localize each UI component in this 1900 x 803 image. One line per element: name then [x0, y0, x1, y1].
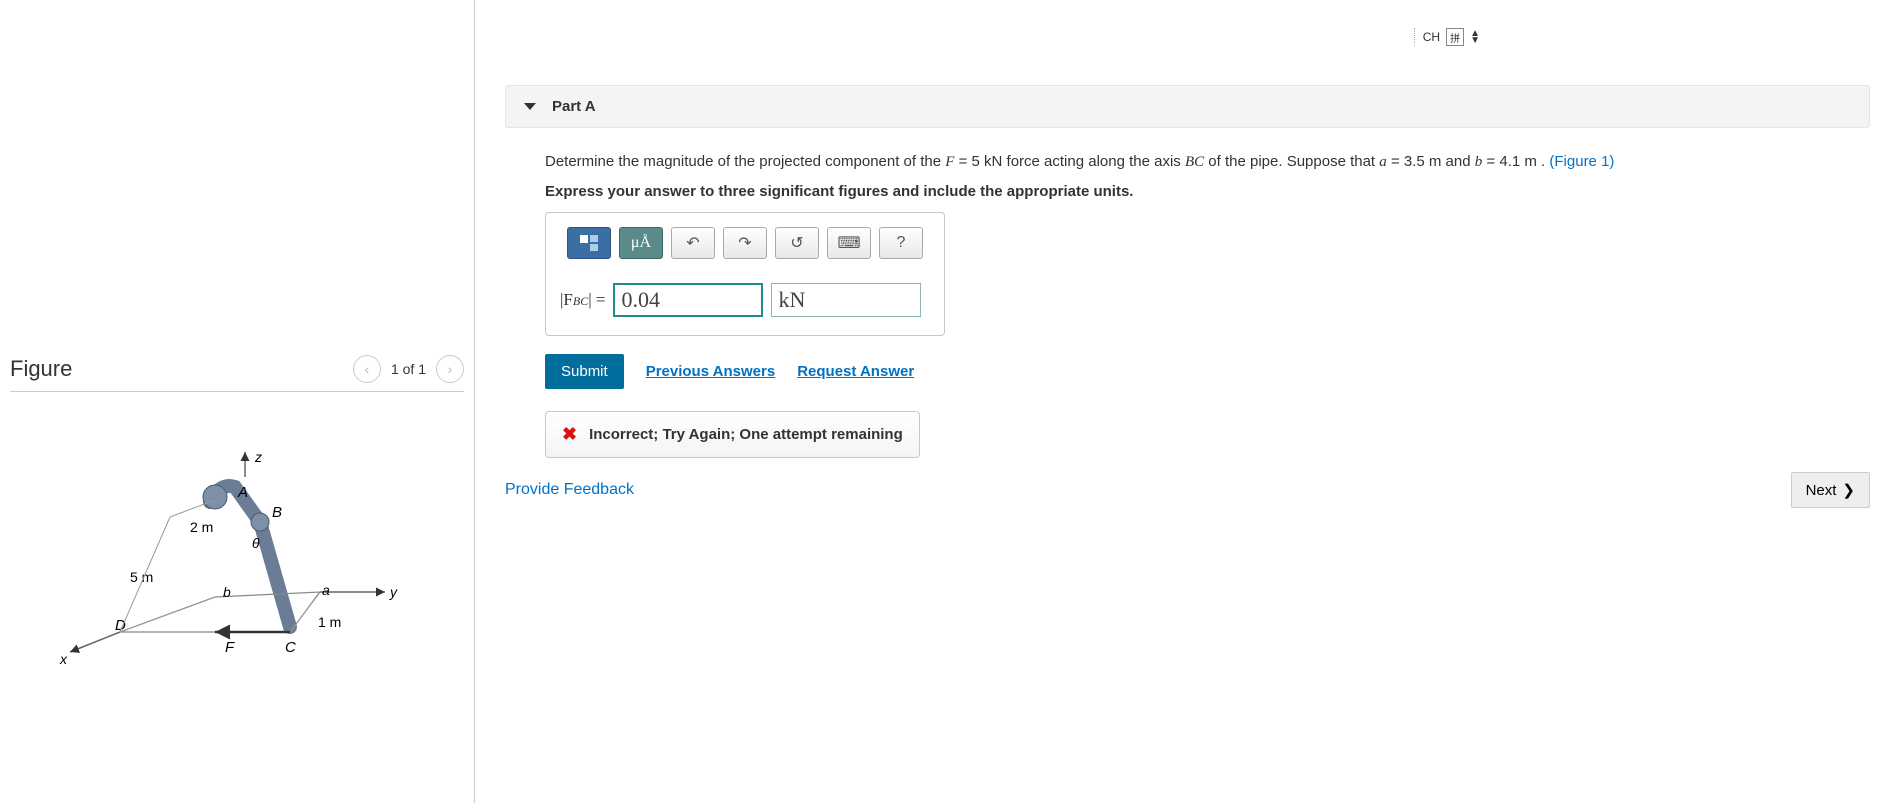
- dim-2m: 2 m: [190, 519, 213, 535]
- axis-y-label: y: [389, 584, 398, 600]
- point-C-label: C: [285, 639, 296, 656]
- answer-instructions: Express your answer to three significant…: [545, 180, 1870, 204]
- figure-title: Figure: [10, 356, 72, 382]
- reset-icon: ↺: [790, 233, 803, 253]
- chevron-right-icon: ❯: [1842, 481, 1855, 499]
- figure-diagram: z y x A B C D: [60, 452, 440, 672]
- keyboard-button[interactable]: ⌨: [827, 227, 871, 259]
- feedback-message: ✖ Incorrect; Try Again; One attempt rema…: [545, 411, 920, 458]
- request-answer-link[interactable]: Request Answer: [797, 363, 914, 380]
- previous-answers-link[interactable]: Previous Answers: [646, 363, 776, 380]
- question-panel: Part A Determine the magnitude of the pr…: [475, 0, 1900, 803]
- provide-feedback-link[interactable]: Provide Feedback: [505, 481, 634, 499]
- reset-button[interactable]: ↺: [775, 227, 819, 259]
- undo-button[interactable]: ↶: [671, 227, 715, 259]
- dim-b: b: [223, 584, 231, 600]
- part-title: Part A: [552, 98, 596, 115]
- answer-unit-input[interactable]: [771, 283, 921, 317]
- figure-page-count: 1 of 1: [391, 361, 426, 377]
- answer-box: μÅ ↶ ↷ ↺ ⌨ ? |FBC| =: [545, 212, 945, 336]
- submit-button[interactable]: Submit: [545, 354, 624, 389]
- undo-icon: ↶: [686, 233, 699, 253]
- figure-prev-button[interactable]: ‹: [353, 355, 381, 383]
- answer-value-input[interactable]: [613, 283, 763, 317]
- help-icon: ?: [897, 234, 906, 252]
- force-F-label: F: [225, 639, 235, 656]
- axis-z-label: z: [254, 449, 262, 465]
- figure-link[interactable]: (Figure 1): [1549, 153, 1614, 170]
- figure-panel: Figure ‹ 1 of 1 › z y x: [0, 0, 475, 803]
- point-B-label: B: [272, 504, 282, 521]
- part-header[interactable]: Part A: [505, 85, 1870, 128]
- templates-button[interactable]: [567, 227, 611, 259]
- problem-statement: Determine the magnitude of the projected…: [545, 150, 1870, 204]
- figure-next-button[interactable]: ›: [436, 355, 464, 383]
- feedback-text: Incorrect; Try Again; One attempt remain…: [589, 426, 903, 443]
- dim-a: a: [322, 582, 330, 598]
- point-A-label: A: [237, 484, 248, 501]
- incorrect-icon: ✖: [562, 424, 577, 445]
- redo-icon: ↷: [738, 233, 751, 253]
- answer-toolbar: μÅ ↶ ↷ ↺ ⌨ ?: [560, 227, 930, 259]
- figure-pager: ‹ 1 of 1 ›: [353, 355, 464, 383]
- angle-theta: θ: [252, 535, 260, 551]
- collapse-icon: [524, 103, 536, 110]
- next-button[interactable]: Next ❯: [1791, 472, 1870, 508]
- dim-1m: 1 m: [318, 614, 341, 630]
- symbols-button[interactable]: μÅ: [619, 227, 663, 259]
- redo-button[interactable]: ↷: [723, 227, 767, 259]
- keyboard-icon: ⌨: [837, 233, 860, 253]
- help-button[interactable]: ?: [879, 227, 923, 259]
- answer-lhs: |FBC| =: [560, 290, 605, 310]
- axis-x-label: x: [59, 651, 68, 667]
